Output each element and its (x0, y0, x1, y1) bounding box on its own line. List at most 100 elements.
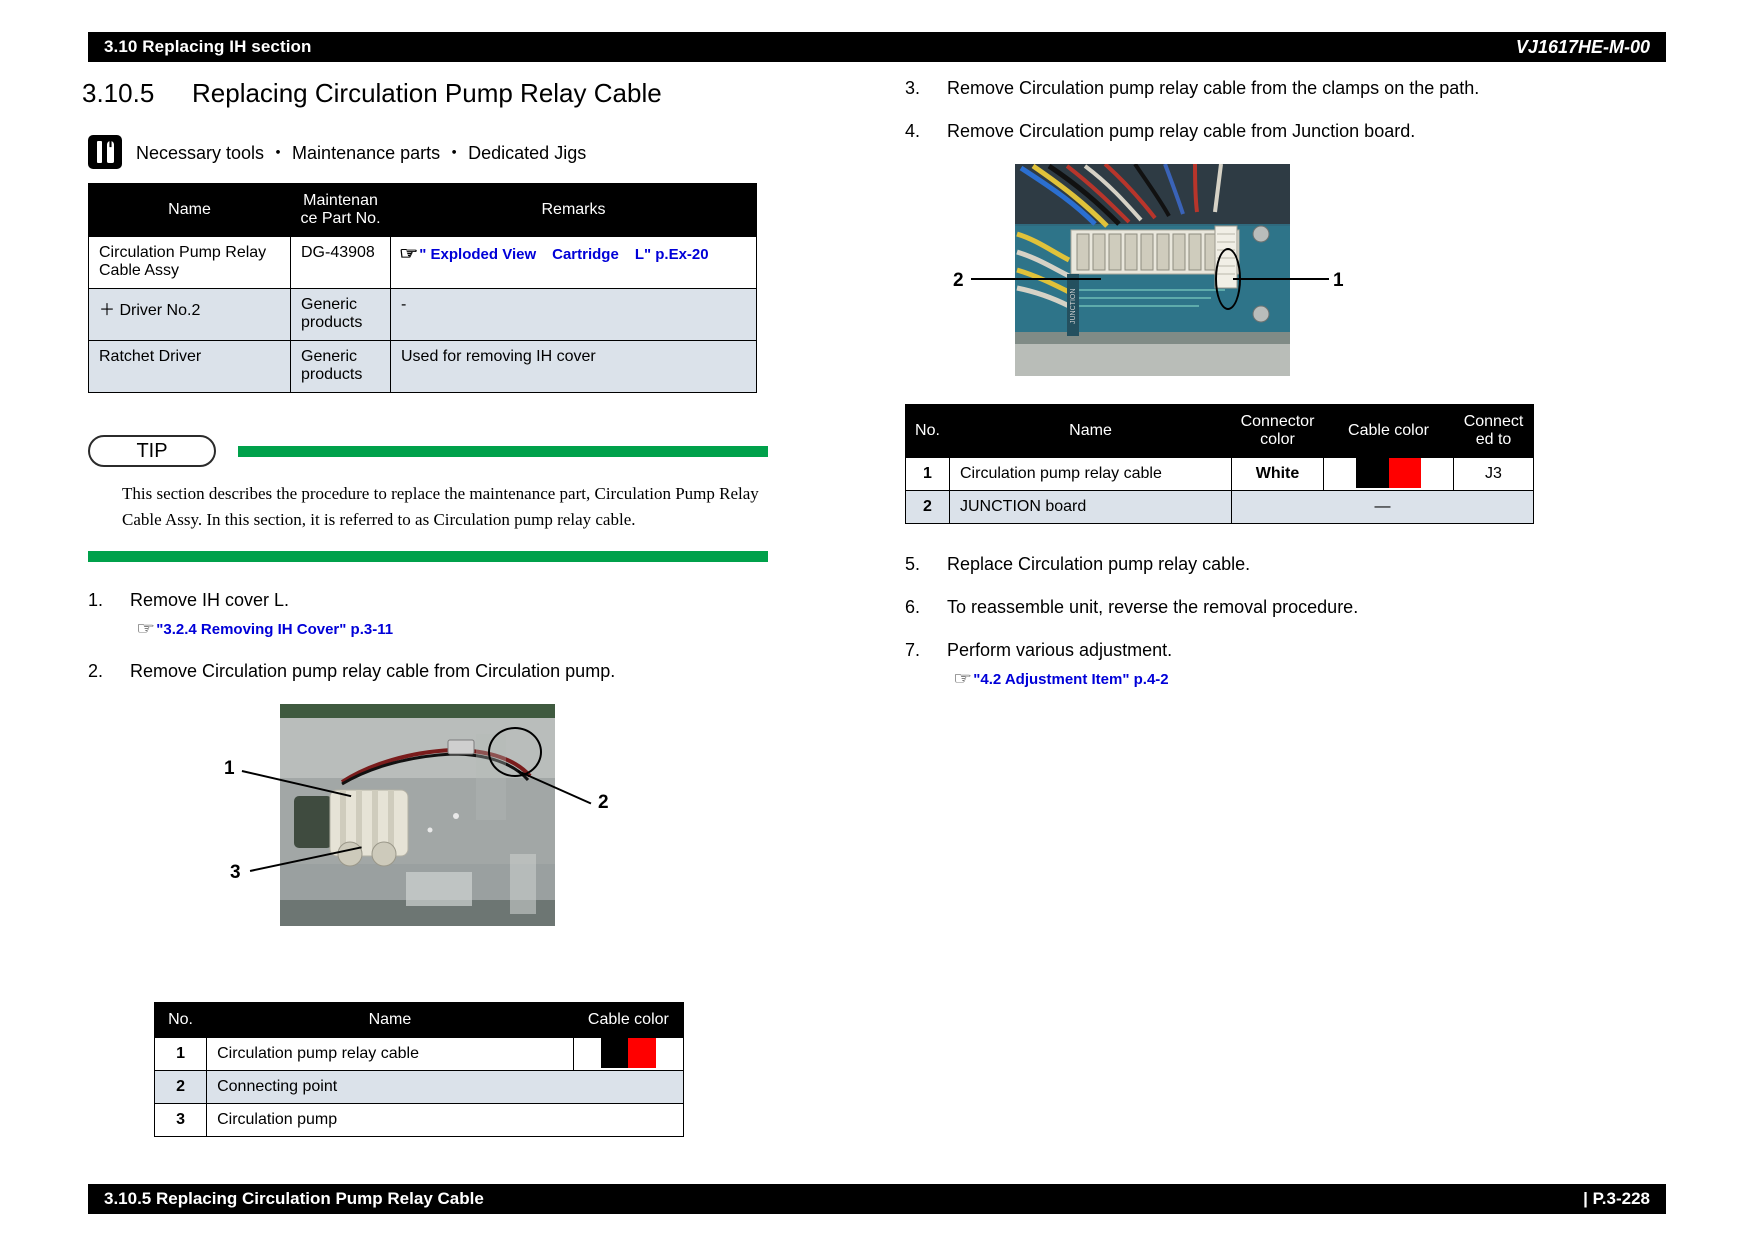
tools-parts-table: Name Maintenan ce Part No. Remarks Circu… (88, 183, 757, 393)
list-item: 2. Remove Circulation pump relay cable f… (88, 661, 852, 682)
header-document-code: VJ1617HE-M-00 (1515, 36, 1650, 57)
cell-remarks: ☞" Exploded View Cartridge L" p.Ex-20 (390, 236, 757, 289)
link-text: "4.2 Adjustment Item" p.4-2 (973, 671, 1169, 688)
step-number: 5. (905, 554, 921, 574)
cell-connector-color: White (1231, 457, 1324, 491)
step-text: Remove Circulation pump relay cable from… (947, 121, 1416, 141)
th-no: No. (905, 404, 950, 458)
table-row: 2 Connecting point (153, 1069, 684, 1104)
header-section-label: 3.10 Replacing IH section (104, 37, 312, 56)
callout-1-highlight-ellipse (1215, 248, 1241, 310)
link-part-3: L" p.Ex-20 (634, 246, 709, 263)
page-header: 3.10 Replacing IH section VJ1617HE-M-00 (88, 32, 1666, 62)
callout-2-leader (971, 278, 1101, 280)
pointing-hand-icon: ☞ (136, 618, 156, 638)
svg-text:JUNCTION: JUNCTION (1070, 289, 1077, 324)
cell-name: Circulation pump relay cable (206, 1036, 574, 1071)
table-header-row: No. Name Cable color (153, 1001, 685, 1038)
steps-right-top-list: 3. Remove Circulation pump relay cable f… (905, 78, 1665, 142)
th-no: No. (153, 1001, 208, 1038)
steps-right-bottom-list: 5. Replace Circulation pump relay cable.… (905, 554, 1665, 689)
step-text: Remove IH cover L. (130, 589, 290, 610)
section-number: 3.10.5 (82, 78, 155, 108)
th-connector-line1: Connector (1240, 413, 1315, 430)
callout-1: 1 (1333, 270, 1344, 291)
step-text: Replace Circulation pump relay cable. (947, 554, 1251, 574)
tip-bar-top (238, 445, 768, 457)
tip-block: TIP This section describes the procedure… (88, 435, 768, 562)
list-item: 7. Perform various adjustment. ☞"4.2 Adj… (905, 640, 1665, 689)
th-cable-color: Cable color (1323, 404, 1454, 458)
step-number: 1. (88, 589, 104, 610)
page-footer: 3.10.5 Replacing Circulation Pump Relay … (88, 1184, 1666, 1214)
th-part-no: Maintenan ce Part No. (290, 183, 391, 237)
step-text: Remove Circulation pump relay cable from… (947, 78, 1480, 98)
photo-junction-board: JUNCTION (1015, 164, 1290, 376)
callout-2: 2 (953, 270, 964, 291)
figure-junction-board: JUNCTION 2 1 (905, 164, 1605, 382)
cell-tool-name: ＋ Driver No.2 (88, 288, 291, 341)
photo-junction-board-svg: JUNCTION (1015, 164, 1290, 376)
callout-1-leader (1233, 278, 1329, 280)
cell-remarks: - (390, 288, 757, 341)
list-item: 1. Remove IH cover L. ☞"3.2.4 Removing I… (88, 590, 852, 639)
th-part-no-line2: ce Part No. (300, 210, 381, 227)
cell-no: 1 (153, 1036, 208, 1071)
right-parts-table: No. Name Connector color Cable color Con… (905, 404, 1534, 524)
step-reference-link[interactable]: ☞"3.2.4 Removing IH Cover" p.3-11 (136, 618, 852, 639)
cell-part-no: Generic products (290, 340, 391, 393)
tip-badge: TIP (88, 435, 216, 467)
step-number: 3. (905, 78, 921, 98)
page-title: 3.10.5 Replacing Circulation Pump Relay … (82, 78, 852, 109)
footer-section-label: 3.10.5 Replacing Circulation Pump Relay … (104, 1189, 484, 1208)
table-row: 3 Circulation pump (153, 1102, 684, 1137)
link-text: "3.2.4 Removing IH Cover" p.3-11 (156, 620, 394, 638)
tip-header-row: TIP (88, 435, 768, 467)
cell-no: 3 (153, 1102, 208, 1137)
th-name: Name (949, 404, 1232, 458)
steps-left-list: 1. Remove IH cover L. ☞"3.2.4 Removing I… (88, 590, 852, 682)
callout-3: 3 (230, 861, 241, 883)
list-item: 3. Remove Circulation pump relay cable f… (905, 78, 1665, 99)
tools-icon (88, 135, 122, 169)
th-connected-line2: ed to (1475, 431, 1512, 448)
pointing-hand-icon: ☞ (953, 669, 973, 688)
step-reference-link[interactable]: ☞"4.2 Adjustment Item" p.4-2 (953, 668, 1665, 689)
callout-1: 1 (224, 757, 235, 779)
cell-no: 1 (905, 457, 950, 491)
step-body: Remove IH cover L. ☞"3.2.4 Removing IH C… (130, 590, 852, 639)
cell-name: Connecting point (206, 1069, 684, 1104)
list-item: 5. Replace Circulation pump relay cable. (905, 554, 1665, 575)
table-header-row: No. Name Connector color Cable color Con… (905, 404, 1534, 458)
cell-merged-dash: — (1231, 490, 1534, 524)
link-part-1: " Exploded View (419, 246, 537, 263)
th-name: Name (206, 1001, 574, 1038)
step-text: Perform various adjustment. (947, 640, 1173, 660)
right-parts-table-wrap: No. Name Connector color Cable color Con… (905, 404, 1665, 524)
cell-name: Circulation pump relay cable (949, 457, 1232, 491)
cell-cable-color (572, 1036, 685, 1071)
step-number: 4. (905, 121, 921, 141)
step-number: 7. (905, 640, 921, 660)
table-header-row: Name Maintenan ce Part No. Remarks (88, 183, 757, 237)
callout-2: 2 (598, 791, 609, 813)
table-row: Circulation Pump Relay Cable Assy DG-439… (88, 236, 757, 289)
step-text: Remove Circulation pump relay cable from… (130, 660, 616, 681)
exploded-view-link[interactable]: ☞" Exploded View Cartridge L" p.Ex-20 (399, 244, 709, 263)
th-cable-color: Cable color (572, 1001, 685, 1038)
th-connector-color: Connector color (1231, 404, 1324, 458)
th-connected-line1: Connect (1463, 413, 1524, 430)
left-parts-table: No. Name Cable color 1 Circulation pump … (153, 1001, 685, 1137)
necessary-tools-heading: Necessary tools ・ Maintenance parts ・ De… (88, 135, 852, 169)
cell-name: Circulation pump (206, 1102, 684, 1137)
cell-remarks: Used for removing IH cover (390, 340, 757, 393)
table-row: 1 Circulation pump relay cable (153, 1036, 685, 1071)
callout-2-highlight-ellipse (488, 726, 542, 777)
th-part-no-line1: Maintenan (303, 192, 378, 209)
cell-cable-color (1323, 457, 1454, 491)
necessary-tools-label: Necessary tools ・ Maintenance parts ・ De… (136, 143, 587, 163)
right-column: 3. Remove Circulation pump relay cable f… (905, 78, 1665, 711)
th-name: Name (88, 183, 291, 237)
step-number: 6. (905, 597, 921, 617)
cell-tool-name: Circulation Pump Relay Cable Assy (88, 236, 291, 289)
